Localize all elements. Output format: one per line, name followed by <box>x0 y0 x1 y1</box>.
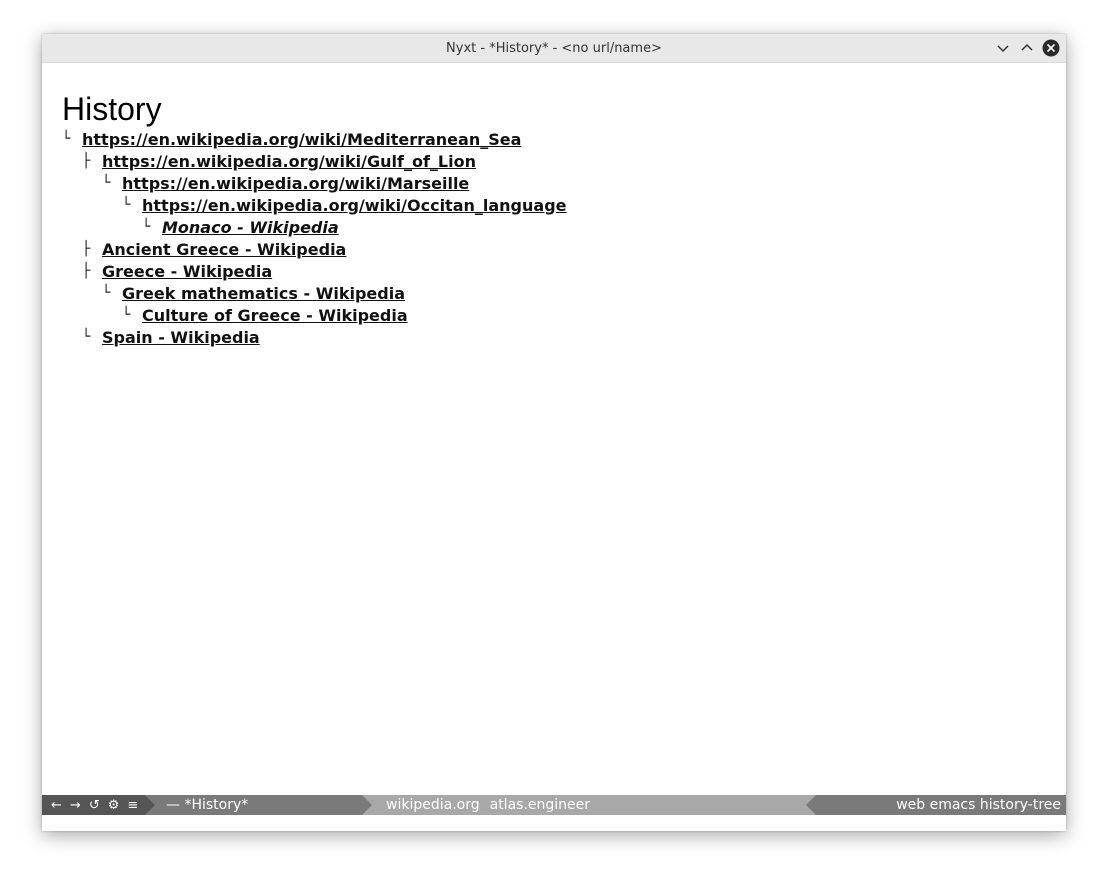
history-tree-row: ├ https://en.wikipedia.org/wiki/Gulf_of_L… <box>62 150 567 172</box>
tree-branch-glyph: └ <box>82 329 91 345</box>
tree-branch-glyph: └ <box>142 219 151 235</box>
browser-window: Nyxt - *History* - <no url/name> History… <box>42 34 1066 831</box>
window-controls <box>993 38 1061 58</box>
history-link[interactable]: https://en.wikipedia.org/wiki/Marseille <box>122 174 469 193</box>
history-link[interactable]: Greece - Wikipedia <box>102 262 272 281</box>
close-button[interactable] <box>1041 38 1061 58</box>
tree-branch-glyph: └ <box>102 175 111 191</box>
status-bar: ← → ↺ ⚙ ≡ — *History* wikipedia.org atla… <box>42 795 1066 815</box>
tree-branch-glyph: ├ <box>82 263 91 279</box>
tree-branch-glyph: ├ <box>82 153 91 169</box>
tree-branch-glyph: └ <box>102 285 111 301</box>
buffer-name[interactable]: — *History* <box>145 795 372 815</box>
navigation-controls: ← → ↺ ⚙ ≡ <box>42 795 155 815</box>
history-tree-row: └ https://en.wikipedia.org/wiki/Occitan_l… <box>62 194 567 216</box>
domain-item[interactable]: atlas.engineer <box>490 797 590 813</box>
history-tree-row: └ https://en.wikipedia.org/wiki/Marseille <box>62 172 567 194</box>
tree-branch-glyph: └ <box>122 307 131 323</box>
page-title: History <box>62 91 162 127</box>
tree-branch-glyph: └ <box>62 131 71 147</box>
history-link[interactable]: https://en.wikipedia.org/wiki/Gulf_of_Li… <box>102 152 476 171</box>
settings-gear-icon[interactable]: ⚙ <box>108 798 120 813</box>
reload-icon[interactable]: ↺ <box>89 798 100 813</box>
tree-branch-glyph: ├ <box>82 241 91 257</box>
buffer-domains: wikipedia.org atlas.engineer <box>372 795 806 815</box>
history-tree: └ https://en.wikipedia.org/wiki/Mediterra… <box>62 128 567 348</box>
page-content: History └ https://en.wikipedia.org/wiki/M… <box>42 63 1066 794</box>
history-link[interactable]: https://en.wikipedia.org/wiki/Occitan_la… <box>142 196 567 215</box>
history-link[interactable]: Greek mathematics - Wikipedia <box>122 284 405 303</box>
history-tree-row: ├ Ancient Greece - Wikipedia <box>62 238 567 260</box>
menu-icon[interactable]: ≡ <box>127 798 138 813</box>
close-icon <box>1042 39 1060 57</box>
minimize-icon <box>997 45 1009 53</box>
minimize-button[interactable] <box>993 38 1013 58</box>
history-link[interactable]: Spain - Wikipedia <box>102 328 260 347</box>
history-tree-row: ├ Greece - Wikipedia <box>62 260 567 282</box>
maximize-button[interactable] <box>1017 38 1037 58</box>
history-tree-row: └ https://en.wikipedia.org/wiki/Mediterra… <box>62 128 567 150</box>
history-tree-row: └ Spain - Wikipedia <box>62 326 567 348</box>
domain-item[interactable]: wikipedia.org <box>386 797 480 813</box>
history-link[interactable]: Ancient Greece - Wikipedia <box>102 240 346 259</box>
maximize-icon <box>1021 43 1033 51</box>
active-modes[interactable]: web emacs history-tree <box>806 795 1066 815</box>
history-link[interactable]: Culture of Greece - Wikipedia <box>142 306 408 325</box>
history-tree-row: └ Greek mathematics - Wikipedia <box>62 282 567 304</box>
history-tree-row: └ Culture of Greece - Wikipedia <box>62 304 567 326</box>
back-arrow-icon[interactable]: ← <box>51 798 62 813</box>
title-bar: Nyxt - *History* - <no url/name> <box>42 34 1066 63</box>
history-link-current[interactable]: Monaco - Wikipedia <box>162 218 339 237</box>
tree-branch-glyph: └ <box>122 197 131 213</box>
history-tree-row: └ Monaco - Wikipedia <box>62 216 567 238</box>
forward-arrow-icon[interactable]: → <box>70 798 81 813</box>
history-link[interactable]: https://en.wikipedia.org/wiki/Mediterran… <box>82 130 521 149</box>
window-title: Nyxt - *History* - <no url/name> <box>446 40 662 56</box>
